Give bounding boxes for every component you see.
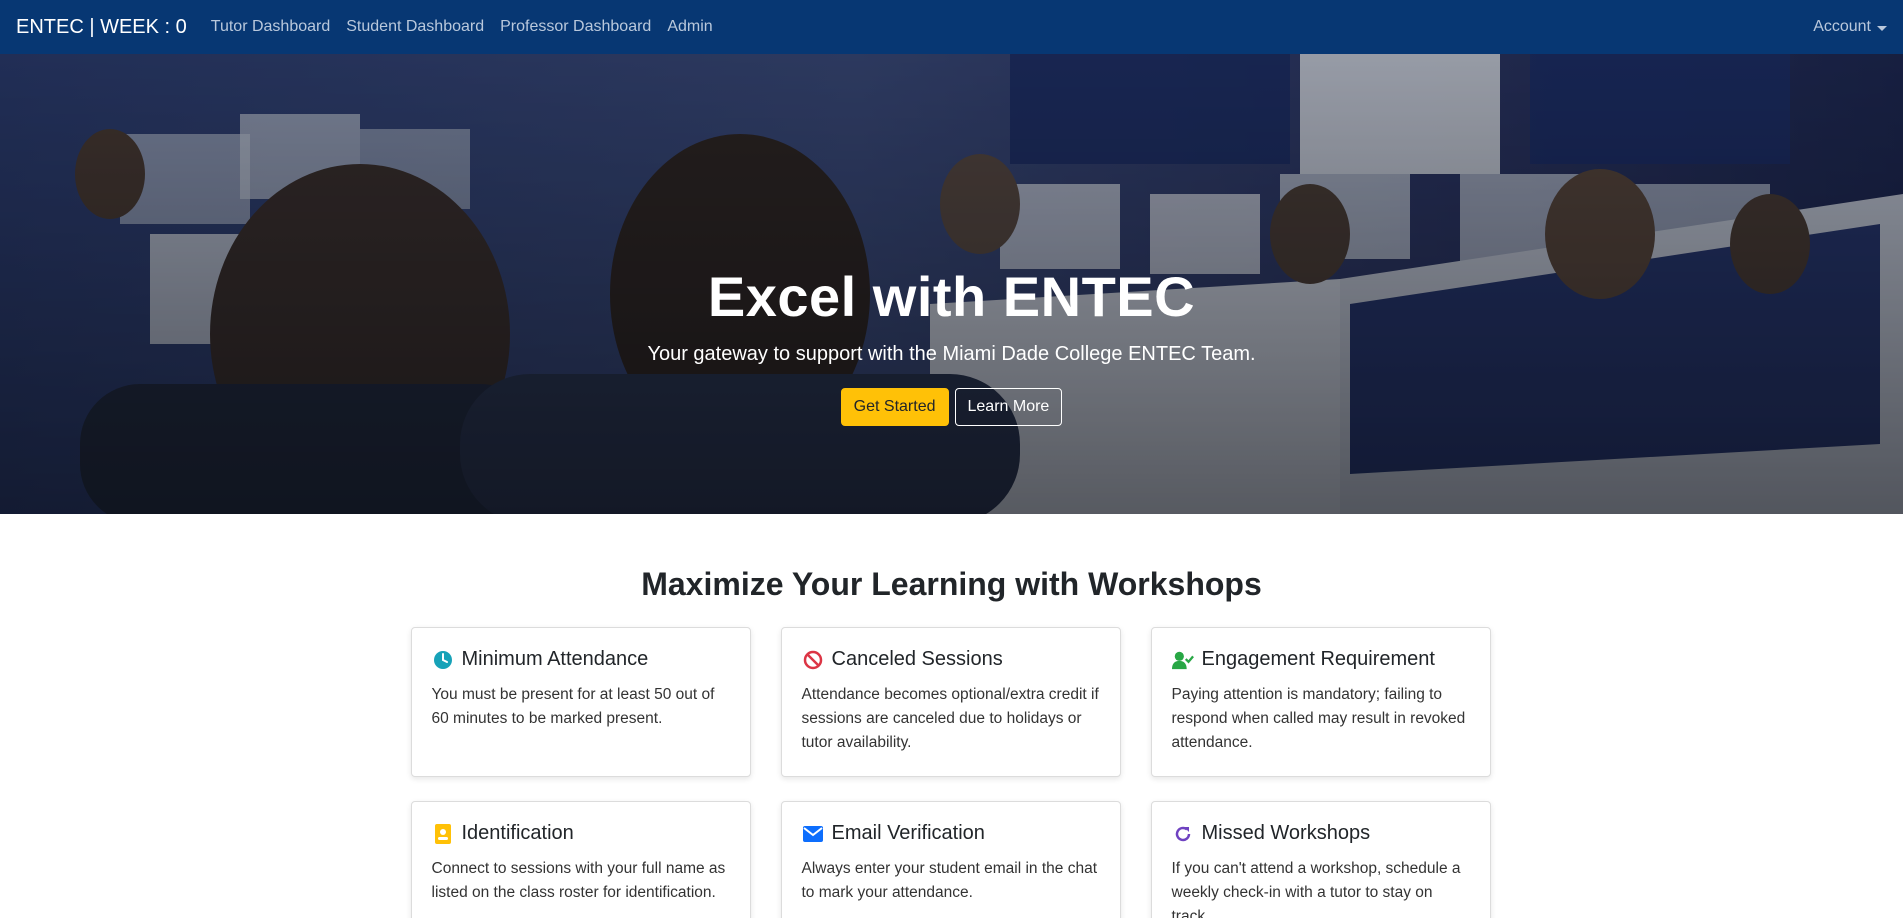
user-check-icon [1171, 649, 1194, 671]
card-text: Connect to sessions with your full name … [431, 860, 726, 901]
nav-tutor-dashboard[interactable]: Tutor Dashboard [211, 18, 330, 36]
hero-banner: Excel with ENTEC Your gateway to support… [0, 54, 1903, 514]
nav-student-dashboard[interactable]: Student Dashboard [346, 18, 484, 36]
card-text: You must be present for at least 50 out … [431, 686, 715, 727]
workshop-rules-grid: Minimum Attendance You must be present f… [410, 627, 1493, 918]
get-started-button[interactable]: Get Started [840, 388, 949, 426]
card-missed-workshops: Missed Workshops If you can't attend a w… [1150, 801, 1491, 918]
card-canceled-sessions: Canceled Sessions Attendance becomes opt… [780, 627, 1121, 777]
hero-buttons: Get Started Learn More [0, 388, 1903, 426]
card-text: Always enter your student email in the c… [801, 860, 1098, 901]
nav-admin[interactable]: Admin [667, 18, 712, 36]
card-title: Identification [461, 822, 574, 844]
account-label: Account [1813, 18, 1871, 35]
clock-icon [432, 649, 454, 671]
learn-more-button[interactable]: Learn More [954, 388, 1063, 426]
card-text: If you can't attend a workshop, schedule… [1171, 860, 1461, 918]
card-identification: Identification Connect to sessions with … [410, 801, 751, 918]
hero-title: Excel with ENTEC [707, 265, 1196, 328]
card-title: Engagement Requirement [1201, 648, 1435, 670]
envelope-icon [802, 823, 824, 845]
hero-content: Excel with ENTEC Your gateway to support… [0, 264, 1903, 426]
card-minimum-attendance: Minimum Attendance You must be present f… [410, 627, 751, 777]
card-text: Attendance becomes optional/extra credit… [801, 686, 1099, 751]
id-badge-icon [432, 823, 454, 845]
redo-icon [1172, 823, 1194, 845]
card-title: Canceled Sessions [831, 648, 1003, 670]
workshops-section-title: Maximize Your Learning with Workshops [641, 566, 1262, 602]
card-title: Missed Workshops [1201, 822, 1371, 844]
chevron-down-icon [1877, 25, 1887, 31]
hero-subtitle: Your gateway to support with the Miami D… [647, 343, 1256, 365]
nav-links: Tutor Dashboard Student Dashboard Profes… [211, 18, 713, 36]
card-engagement-requirement: Engagement Requirement Paying attention … [1150, 627, 1491, 777]
top-navbar: ENTEC | WEEK : 0 Tutor Dashboard Student… [0, 0, 1903, 54]
brand-week-indicator[interactable]: ENTEC | WEEK : 0 [16, 16, 187, 39]
ban-icon [802, 649, 824, 671]
account-dropdown[interactable]: Account [1813, 18, 1887, 36]
card-title: Email Verification [831, 822, 985, 844]
nav-professor-dashboard[interactable]: Professor Dashboard [500, 18, 651, 36]
card-text: Paying attention is mandatory; failing t… [1171, 686, 1466, 751]
card-title: Minimum Attendance [461, 648, 649, 670]
card-email-verification: Email Verification Always enter your stu… [780, 801, 1121, 918]
